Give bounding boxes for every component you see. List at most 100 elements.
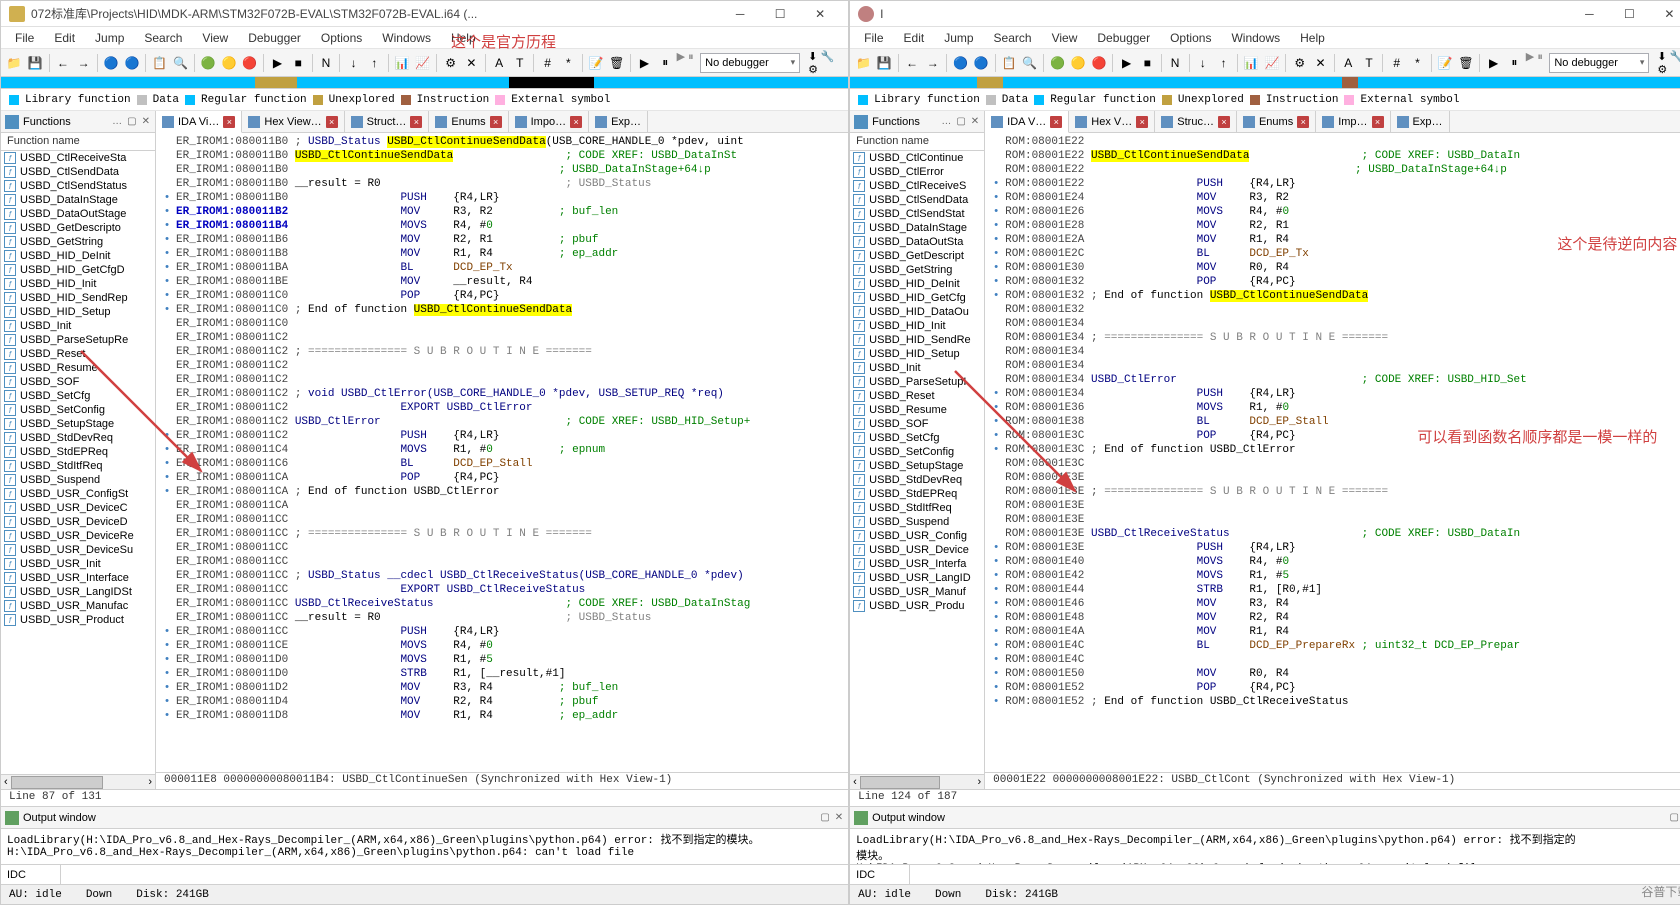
disasm-line[interactable]: ER_IROM1:080011C2: [156, 359, 848, 373]
disasm-line[interactable]: ROM:08001E3C: [985, 457, 1680, 471]
disasm-line[interactable]: •ROM:08001E52 ; End of function USBD_Ctl…: [985, 695, 1680, 709]
toolbar-button[interactable]: ↓: [1193, 53, 1212, 73]
tab-close-icon[interactable]: ×: [1372, 116, 1384, 128]
disasm-line[interactable]: •ER_IROM1:080011C0 POP {R4,PC}: [156, 289, 848, 303]
disasm-line[interactable]: •ROM:08001E32 POP {R4,PC}: [985, 275, 1680, 289]
function-item[interactable]: fUSBD_Suspend: [850, 515, 984, 529]
disasm-line[interactable]: ER_IROM1:080011CC __result = R0 ; USBD_S…: [156, 611, 848, 625]
function-item[interactable]: fUSBD_Suspend: [1, 473, 155, 487]
maximize-button[interactable]: ☐: [1609, 1, 1649, 27]
disasm-line[interactable]: •ER_IROM1:080011C4 MOVS R1, #0 ; epnum: [156, 443, 848, 457]
function-item[interactable]: fUSBD_HID_SendRep: [1, 291, 155, 305]
disassembly-view[interactable]: ER_IROM1:080011B0 ; USBD_Status USBD_Ctl…: [156, 133, 848, 772]
function-item[interactable]: fUSBD_SetCfg: [850, 431, 984, 445]
toolbar-button[interactable]: ▶: [1484, 53, 1503, 73]
toolbar-button[interactable]: ↑: [365, 53, 384, 73]
menu-options[interactable]: Options: [1160, 29, 1221, 47]
close-button[interactable]: ✕: [800, 1, 840, 27]
toolbar-button[interactable]: 📊: [393, 53, 412, 73]
disasm-line[interactable]: •ROM:08001E36 MOVS R1, #0: [985, 401, 1680, 415]
menu-search[interactable]: Search: [984, 29, 1042, 47]
toolbar-button[interactable]: 🔴: [1090, 53, 1109, 73]
function-item[interactable]: fUSBD_USR_Product: [1, 613, 155, 627]
disasm-line[interactable]: •ROM:08001E26 MOVS R4, #0: [985, 205, 1680, 219]
function-item[interactable]: fUSBD_CtlSendStat: [850, 207, 984, 221]
disasm-line[interactable]: ROM:08001E32: [985, 303, 1680, 317]
function-item[interactable]: fUSBD_USR_Device: [850, 543, 984, 557]
function-item[interactable]: fUSBD_USR_Interfa: [850, 557, 984, 571]
function-item[interactable]: fUSBD_HID_Setup: [1, 305, 155, 319]
toolbar-button[interactable]: 📁: [5, 53, 24, 73]
disasm-line[interactable]: •ER_IROM1:080011BA BL DCD_EP_Tx: [156, 261, 848, 275]
disasm-line[interactable]: ER_IROM1:080011C2: [156, 373, 848, 387]
toolbar-button[interactable]: 🔵: [102, 53, 121, 73]
function-item[interactable]: fUSBD_DataOutSta: [850, 235, 984, 249]
toolbar-button[interactable]: 📝: [587, 53, 606, 73]
function-item[interactable]: fUSBD_USR_DeviceC: [1, 501, 155, 515]
disasm-line[interactable]: •ER_IROM1:080011D8 MOV R1, R4 ; ep_addr: [156, 709, 848, 723]
disasm-line[interactable]: ER_IROM1:080011B0 ; USBD_Status USBD_Ctl…: [156, 135, 848, 149]
functions-panel-header[interactable]: Functions …▢✕: [850, 111, 984, 133]
toolbar-button[interactable]: 🗑: [607, 53, 626, 73]
disasm-line[interactable]: •ER_IROM1:080011B0 PUSH {R4,LR}: [156, 191, 848, 205]
toolbar-button[interactable]: ■: [1138, 53, 1157, 73]
disasm-line[interactable]: •ROM:08001E46 MOV R3, R4: [985, 597, 1680, 611]
tab[interactable]: Imp…×: [1316, 111, 1390, 132]
disasm-line[interactable]: •ROM:08001E24 MOV R3, R2: [985, 191, 1680, 205]
tab[interactable]: Enums×: [1237, 111, 1316, 132]
function-item[interactable]: fUSBD_GetDescripto: [1, 221, 155, 235]
disasm-line[interactable]: •ER_IROM1:080011C2 PUSH {R4,LR}: [156, 429, 848, 443]
debugger-selector[interactable]: No debugger: [1549, 53, 1649, 73]
function-item[interactable]: fUSBD_Init: [850, 361, 984, 375]
function-item[interactable]: fUSBD_HID_GetCfg: [850, 291, 984, 305]
toolbar-button[interactable]: ←: [53, 53, 72, 73]
disasm-line[interactable]: •ER_IROM1:080011CA ; End of function USB…: [156, 485, 848, 499]
menu-windows[interactable]: Windows: [372, 29, 441, 47]
disasm-line[interactable]: •ROM:08001E3E PUSH {R4,LR}: [985, 541, 1680, 555]
function-item[interactable]: fUSBD_Resume: [850, 403, 984, 417]
function-item[interactable]: fUSBD_GetDescript: [850, 249, 984, 263]
menu-debugger[interactable]: Debugger: [238, 29, 311, 47]
titlebar[interactable]: I ─ ☐ ✕: [850, 1, 1680, 27]
toolbar-button[interactable]: T: [1360, 53, 1379, 73]
menu-options[interactable]: Options: [311, 29, 372, 47]
function-item[interactable]: fUSBD_USR_DeviceD: [1, 515, 155, 529]
tab-close-icon[interactable]: ×: [410, 116, 422, 128]
tab[interactable]: Exp…: [589, 111, 648, 132]
disasm-line[interactable]: ER_IROM1:080011CC EXPORT USBD_CtlReceive…: [156, 583, 848, 597]
tab[interactable]: Struct…×: [345, 111, 430, 132]
output-header[interactable]: Output window ▢✕: [1, 807, 848, 829]
tab-close-icon[interactable]: ×: [1218, 116, 1230, 128]
disasm-line[interactable]: ROM:08001E34 ; =============== S U B R O…: [985, 331, 1680, 345]
function-item[interactable]: fUSBD_CtlReceiveS: [850, 179, 984, 193]
tab[interactable]: Exp…: [1391, 111, 1450, 132]
disasm-line[interactable]: •ROM:08001E52 POP {R4,PC}: [985, 681, 1680, 695]
function-item[interactable]: fUSBD_USR_DeviceSu: [1, 543, 155, 557]
disasm-line[interactable]: •ER_IROM1:080011C0 ; End of function USB…: [156, 303, 848, 317]
disasm-line[interactable]: •ER_IROM1:080011D2 MOV R3, R4 ; buf_len: [156, 681, 848, 695]
function-item[interactable]: fUSBD_ParseSetupI: [850, 375, 984, 389]
disasm-line[interactable]: ER_IROM1:080011C2 USBD_CtlError ; CODE X…: [156, 415, 848, 429]
functions-column-header[interactable]: Function name: [850, 133, 984, 151]
toolbar-button[interactable]: ⚙: [441, 53, 460, 73]
disasm-line[interactable]: •ROM:08001E30 MOV R0, R4: [985, 261, 1680, 275]
toolbar-button[interactable]: 🟡: [1069, 53, 1088, 73]
function-item[interactable]: fUSBD_HID_DeInit: [1, 249, 155, 263]
functions-scrollbar[interactable]: ‹›: [1, 774, 155, 789]
function-item[interactable]: fUSBD_HID_Init: [850, 319, 984, 333]
tab[interactable]: Enums×: [429, 111, 508, 132]
toolbar-button[interactable]: 📈: [414, 53, 433, 73]
menu-jump[interactable]: Jump: [85, 29, 134, 47]
disasm-line[interactable]: ROM:08001E3E: [985, 471, 1680, 485]
disasm-line[interactable]: •ROM:08001E42 MOVS R1, #5: [985, 569, 1680, 583]
disasm-line[interactable]: ROM:08001E34: [985, 345, 1680, 359]
disasm-line[interactable]: •ER_IROM1:080011B8 MOV R1, R4 ; ep_addr: [156, 247, 848, 261]
maximize-button[interactable]: ☐: [760, 1, 800, 27]
disasm-line[interactable]: •ROM:08001E50 MOV R0, R4: [985, 667, 1680, 681]
disasm-line[interactable]: •ROM:08001E4C: [985, 653, 1680, 667]
toolbar-button[interactable]: 💾: [26, 53, 45, 73]
function-item[interactable]: fUSBD_Resume: [1, 361, 155, 375]
disasm-line[interactable]: •ER_IROM1:080011B4 MOVS R4, #0: [156, 219, 848, 233]
disasm-line[interactable]: •ROM:08001E32 ; End of function USBD_Ctl…: [985, 289, 1680, 303]
function-item[interactable]: fUSBD_HID_GetCfgD: [1, 263, 155, 277]
